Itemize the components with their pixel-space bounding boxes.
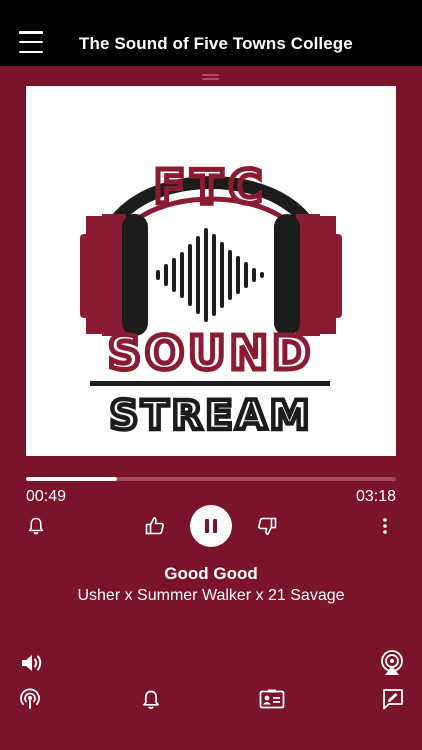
logo-ftc-text: FTC (154, 160, 269, 214)
hamburger-menu-icon[interactable] (19, 31, 43, 53)
thumbs-up-icon[interactable] (144, 515, 166, 537)
progress-fill (26, 477, 118, 481)
airplay-icon[interactable] (378, 650, 406, 676)
podcast-icon[interactable] (17, 686, 43, 712)
total-duration: 03:18 (355, 488, 396, 505)
playback-progress-bar[interactable] (26, 477, 396, 481)
pause-button[interactable] (190, 505, 232, 547)
app-title: The Sound of Five Towns College (79, 34, 353, 53)
feedback-icon[interactable] (381, 687, 405, 711)
logo-sound-text: SOUND (108, 326, 314, 380)
logo-stream-text: STREAM (110, 393, 313, 439)
bell-icon[interactable] (27, 516, 45, 536)
album-artwork: FTC SOUND STREAM (26, 86, 396, 456)
top-bar: The Sound of Five Towns College (0, 0, 422, 66)
elapsed-time: 00:49 (26, 488, 67, 505)
contact-card-icon[interactable] (258, 688, 286, 710)
thumbs-down-icon[interactable] (256, 515, 278, 537)
ftc-sound-stream-logo: FTC SOUND STREAM (80, 158, 342, 441)
track-artist: Usher x Summer Walker x 21 Savage (77, 587, 345, 604)
volume-icon[interactable] (19, 651, 45, 675)
pause-icon (205, 519, 217, 533)
bell-icon[interactable] (141, 689, 161, 711)
more-vertical-icon[interactable] (378, 515, 392, 537)
track-title: Good Good (164, 564, 258, 583)
drag-handle[interactable] (202, 74, 219, 80)
